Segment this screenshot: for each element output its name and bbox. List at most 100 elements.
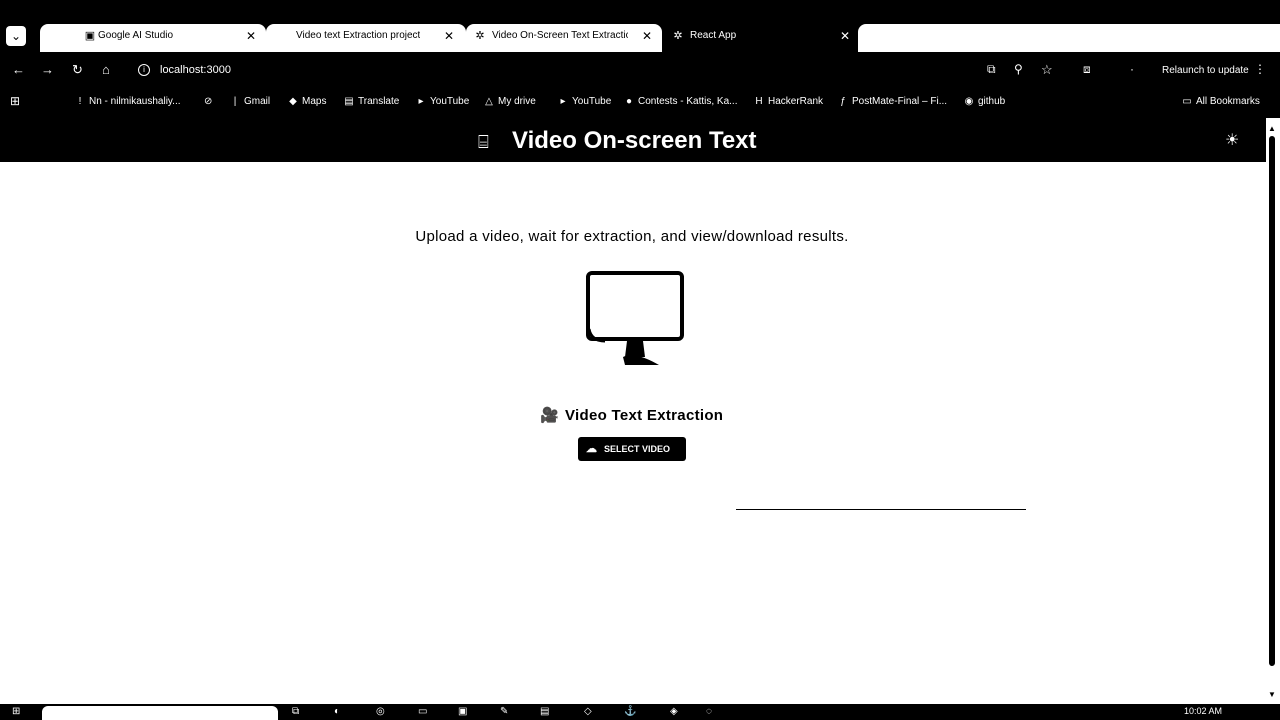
app-header: ⌸ Video On-screen Text ☀ (0, 118, 1280, 162)
taskbar-app-icon[interactable]: ✎ (500, 706, 508, 717)
bookmark-label: HackerRank (768, 96, 824, 107)
taskbar-app-icon[interactable]: ◈ (670, 706, 678, 717)
reload-icon[interactable]: ↻ (72, 62, 83, 78)
cloud-upload-icon: ☁ (586, 443, 597, 455)
taskbar-app-icon[interactable]: ⚓ (624, 706, 636, 717)
bookmark-item[interactable]: ▸ YouTube (416, 96, 469, 107)
taskbar-app-icon[interactable]: ◇ (584, 706, 592, 717)
folder-icon: ▭ (1182, 96, 1192, 107)
all-bookmarks-label: All Bookmarks (1196, 96, 1260, 107)
bookmark-item[interactable]: ● Contests - Kattis, Ka... (624, 96, 738, 107)
tab-close-icon[interactable]: ✕ (444, 24, 454, 48)
extensions-icon[interactable]: ⧈ (1083, 62, 1091, 77)
bookmark-item[interactable]: ◉ github (964, 96, 1006, 107)
tab-title: Google AI Studio (98, 30, 174, 41)
select-video-label: SELECT VIDEO (604, 444, 671, 454)
kattis-icon: ● (625, 96, 633, 107)
file-explorer-icon[interactable]: ▭ (418, 706, 427, 717)
taskbar-app-icon[interactable]: ▤ (540, 706, 549, 717)
bookmark-star-icon[interactable]: ☆ (1041, 62, 1053, 78)
divider-line (736, 509, 1026, 510)
bookmark-item[interactable]: ƒ PostMate-Final – Fi... (838, 96, 947, 107)
bookmark-favicon-icon: ! (78, 96, 82, 107)
tab-title: Video text Extraction project (296, 30, 421, 41)
bookmark-item[interactable]: ▸ YouTube (558, 96, 611, 107)
tab-close-icon[interactable]: ✕ (642, 24, 652, 48)
tab-strip-empty-area (858, 24, 1280, 52)
bookmark-label: Translate (358, 96, 400, 107)
page-scrollbar[interactable]: ▲ ▼ (1266, 118, 1280, 704)
react-favicon-icon: ✲ (673, 30, 683, 42)
bookmark-item[interactable]: ! Nn - nilmikaushaliy... (75, 96, 181, 107)
tab-video-text-extraction-project[interactable]: Video text Extraction project ✕ (266, 24, 466, 52)
scroll-up-arrow-icon[interactable]: ▲ (1268, 124, 1276, 133)
bookmark-label: My drive (498, 96, 536, 107)
google-ai-studio-favicon-icon: ▣ (84, 30, 96, 42)
forward-arrow-icon[interactable]: → (41, 62, 54, 77)
youtube-icon: ▸ (418, 96, 424, 107)
zoom-icon[interactable]: ⚲ (1014, 62, 1023, 76)
drive-icon: △ (485, 96, 493, 107)
scroll-down-arrow-icon[interactable]: ▼ (1268, 690, 1276, 699)
translate-icon: ▤ (344, 96, 354, 107)
gmail-icon: | (233, 96, 237, 107)
address-bar[interactable]: localhost:3000 (160, 64, 231, 76)
browser-toolbar: ← → ↻ ⌂ i localhost:3000 ⧉ ⚲ ☆ ⧈ · Relau… (0, 52, 1280, 90)
tab-search-icon[interactable]: ⌄ (6, 26, 26, 46)
section-title-text: Video Text Extraction (564, 407, 724, 424)
home-icon[interactable]: ⌂ (102, 62, 110, 77)
taskbar-clock[interactable]: 10:02 AM (1184, 706, 1222, 716)
taskbar-search-box[interactable] (42, 706, 278, 720)
youtube-icon: ▸ (560, 96, 566, 107)
theme-toggle-icon[interactable]: ☀ (1225, 130, 1239, 150)
bookmark-label: PostMate-Final – Fi... (852, 96, 948, 107)
bookmark-label: Contests - Kattis, Ka... (638, 96, 738, 107)
bookmark-label: Maps (302, 96, 327, 107)
app-logo-icon: ⌸ (478, 132, 489, 152)
tab-strip: ⌄ ▣ Google AI Studio ✕ Video text Extrac… (0, 0, 1280, 52)
main-content: Upload a video, wait for extraction, and… (0, 162, 1266, 704)
site-info-icon[interactable]: i (138, 64, 150, 76)
taskbar-app-icon[interactable]: ◐ (334, 706, 340, 717)
relaunch-to-update-button[interactable]: Relaunch to update (1162, 65, 1249, 76)
monitor-illustration-icon (586, 271, 684, 365)
react-favicon-icon: ✲ (475, 30, 485, 42)
bookmark-item[interactable]: ◆ Maps (288, 96, 326, 107)
os-taskbar: ⊞ ⧉ ◐ ◎ ▭ ▣ ✎ ▤ ◇ ⚓ ◈ ◌ 10:02 AM (0, 704, 1280, 720)
bookmark-globe-icon[interactable]: ⊘ (204, 96, 212, 107)
select-video-button[interactable]: ☁ SELECT VIDEO (578, 437, 686, 461)
maps-pin-icon: ◆ (289, 96, 297, 107)
bookmark-label: github (978, 96, 1006, 107)
tab-video-on-screen-text[interactable]: ✲ Video On-Screen Text Extractic ✕ (466, 24, 662, 52)
tab-close-icon[interactable]: ✕ (840, 24, 850, 48)
bookmark-item[interactable]: H HackerRank (754, 96, 823, 107)
tab-title: React App (690, 30, 737, 41)
all-bookmarks-button[interactable]: ▭ All Bookmarks (1182, 96, 1260, 107)
figma-icon: ƒ (840, 96, 846, 107)
bookmarks-bar: ⊞ ! Nn - nilmikaushaliy... ⊘ | Gmail ◆ Maps… (0, 90, 1280, 118)
taskbar-app-icon[interactable]: ◌ (706, 706, 712, 717)
github-icon: ◉ (964, 96, 974, 107)
section-title: 🎥 Video Text Extraction (540, 406, 723, 424)
bookmark-label: Nn - nilmikaushaliy... (89, 96, 181, 107)
scroll-thumb[interactable] (1269, 136, 1275, 666)
tab-react-app[interactable]: ✲ React App ✕ (664, 24, 858, 52)
kebab-menu-icon[interactable]: ⋮ (1254, 62, 1266, 76)
bookmark-label: YouTube (572, 96, 612, 107)
tab-title: Video On-Screen Text Extractic (492, 30, 628, 41)
tab-google-ai-studio[interactable]: ▣ Google AI Studio ✕ (40, 24, 266, 52)
bookmark-item[interactable]: | Gmail (230, 96, 270, 107)
bookmark-item[interactable]: △ My drive (484, 96, 536, 107)
back-arrow-icon[interactable]: ← (12, 62, 25, 77)
tab-close-icon[interactable]: ✕ (246, 24, 256, 48)
profile-icon[interactable]: · (1130, 62, 1134, 76)
store-icon[interactable]: ▣ (458, 706, 467, 717)
bookmark-item[interactable]: ▤ Translate (344, 96, 399, 107)
task-view-icon[interactable]: ⧉ (292, 706, 299, 717)
hackerrank-icon: H (755, 96, 763, 107)
bookmark-label: Gmail (244, 96, 271, 107)
chrome-icon[interactable]: ◎ (376, 706, 385, 717)
apps-grid-icon[interactable]: ⊞ (10, 94, 20, 108)
install-app-icon[interactable]: ⧉ (987, 62, 996, 77)
start-button-icon[interactable]: ⊞ (12, 706, 20, 717)
